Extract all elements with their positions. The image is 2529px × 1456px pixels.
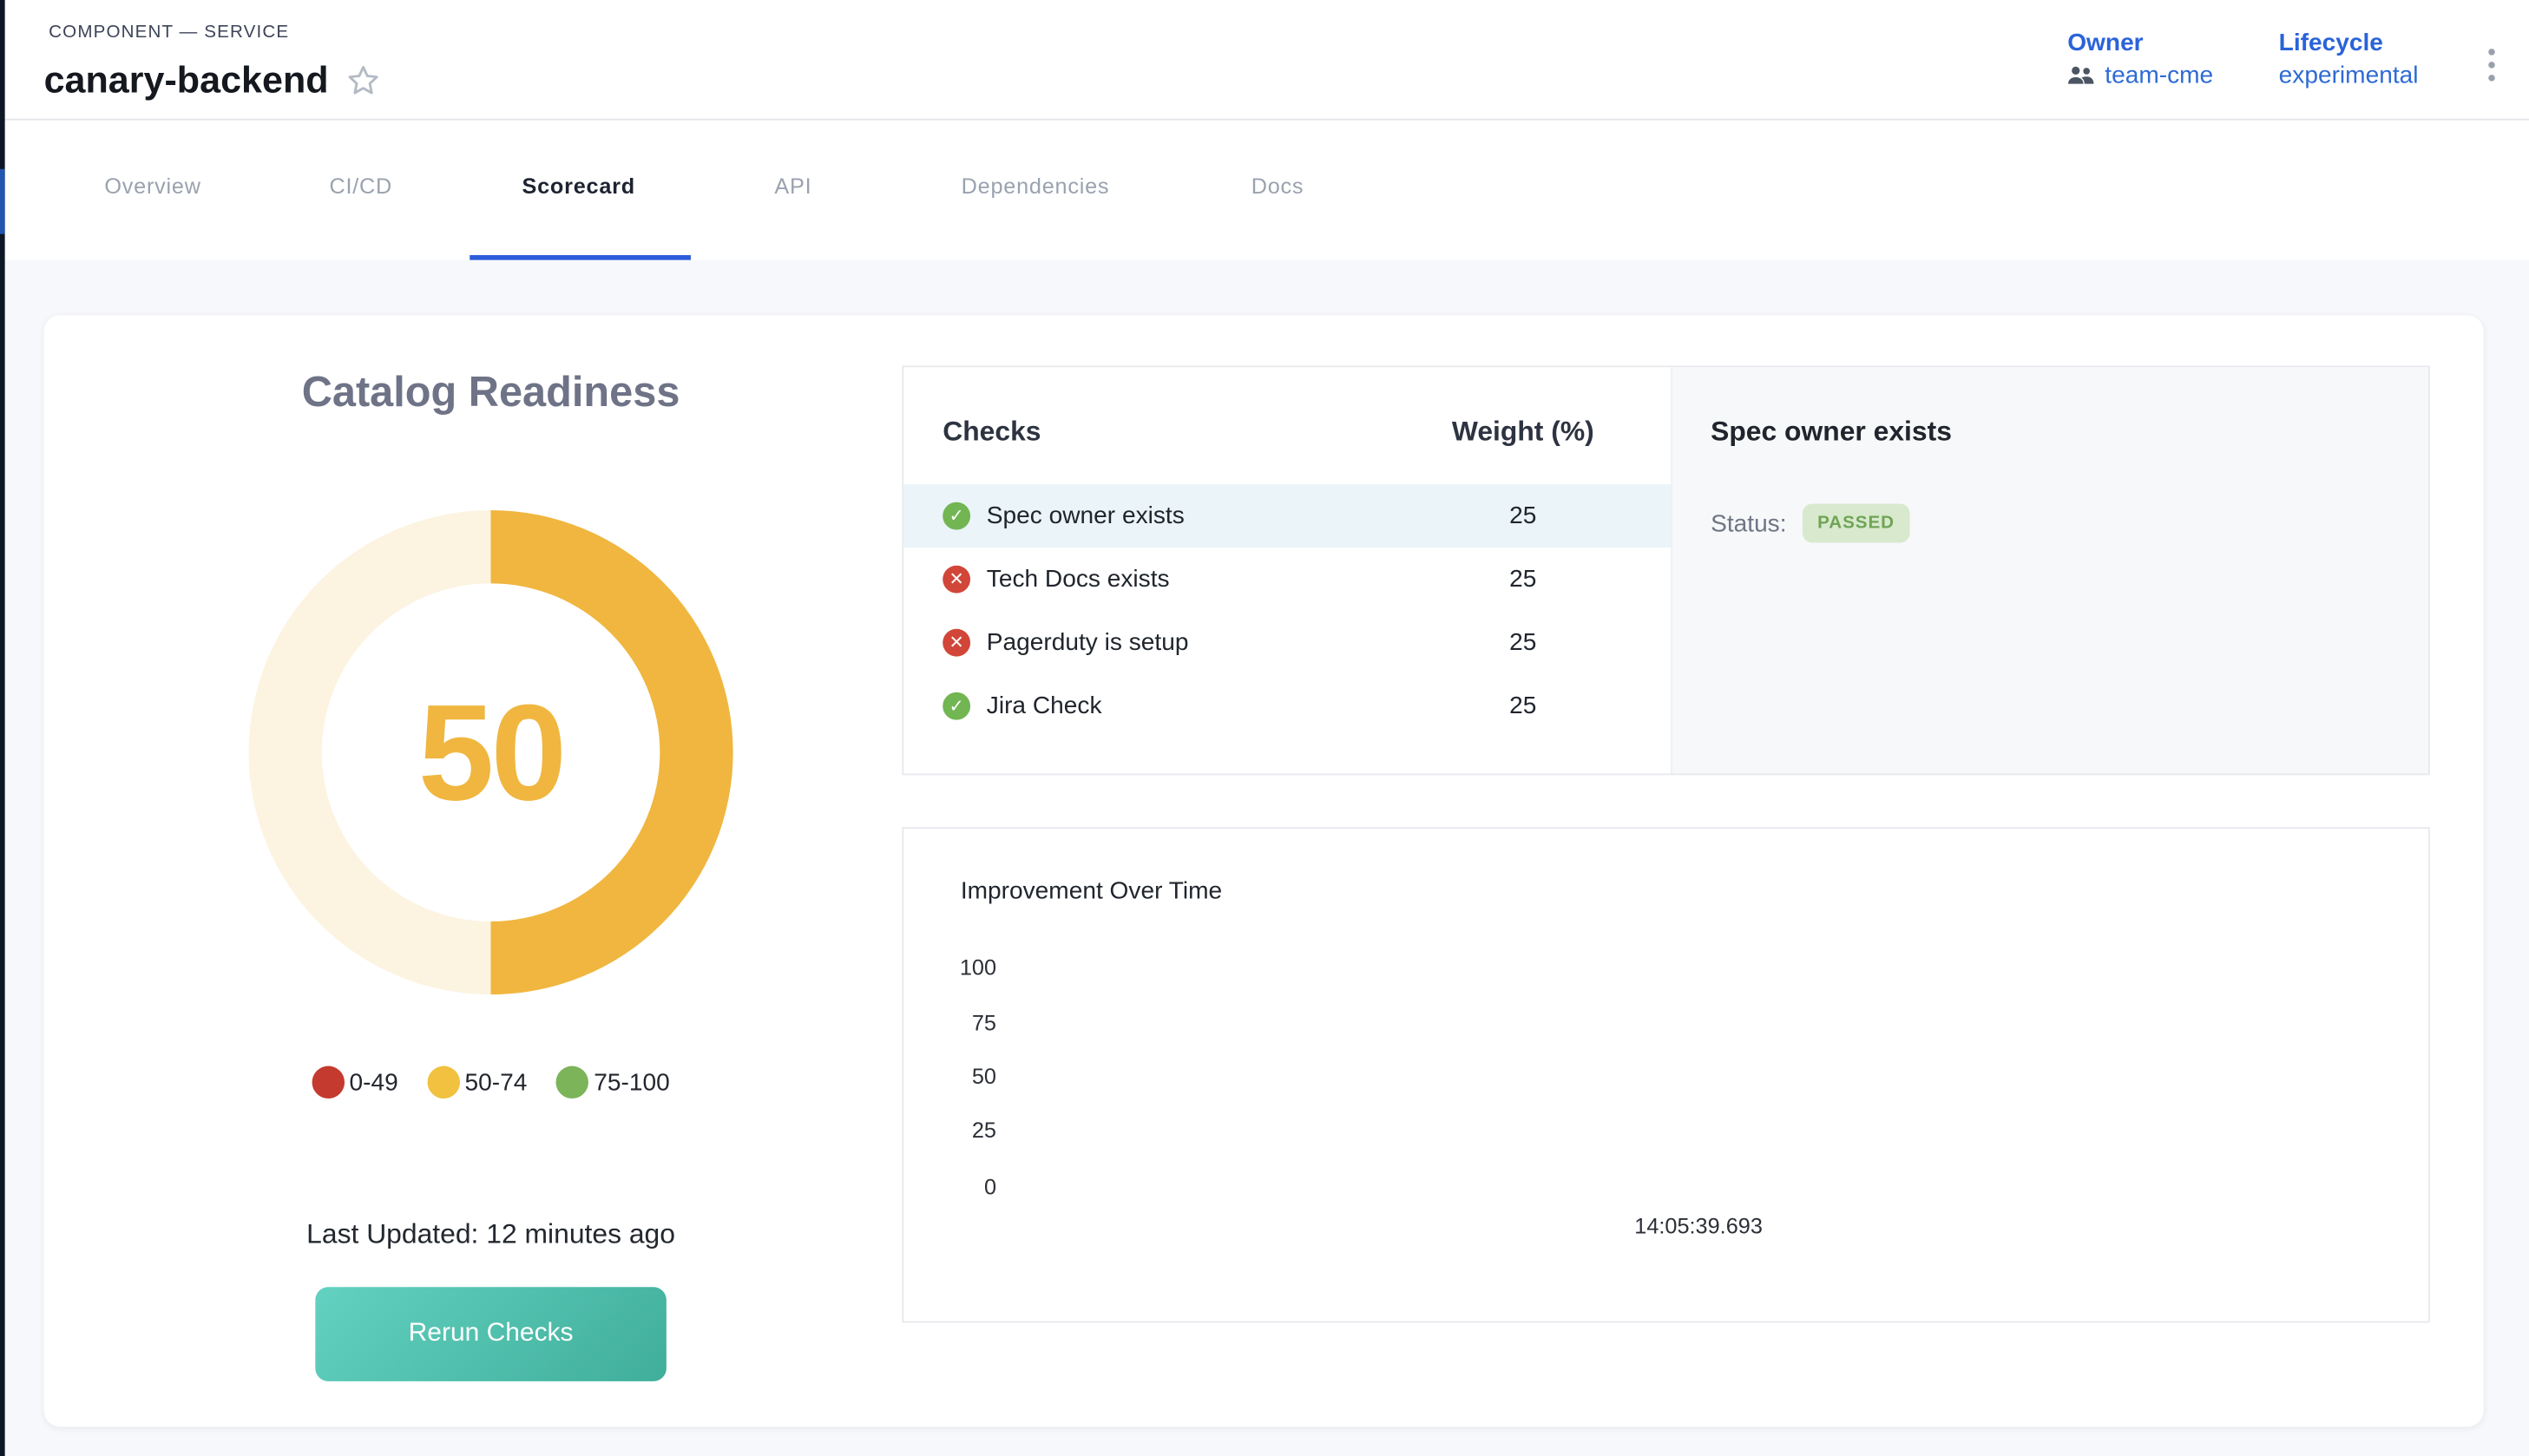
- y-axis-tick: 0: [923, 1175, 996, 1199]
- tab-api[interactable]: API: [774, 174, 811, 198]
- page: COMPONENT — SERVICE canary-backend Owner…: [0, 0, 2529, 1456]
- table-row-tech-docs[interactable]: ✕ Tech Docs exists 25: [903, 548, 1674, 611]
- entity-header: COMPONENT — SERVICE canary-backend Owner…: [5, 0, 2529, 121]
- active-tab-indicator: [470, 255, 691, 260]
- legend-item: 75-100: [556, 1066, 670, 1099]
- check-weight: 25: [1401, 692, 1645, 720]
- y-axis-tick: 75: [923, 1011, 996, 1035]
- legend-dot-red: [312, 1066, 344, 1099]
- favorite-star-icon[interactable]: [345, 62, 382, 99]
- table-row-jira[interactable]: ✓ Jira Check 25: [903, 674, 1674, 738]
- legend-item: 0-49: [312, 1066, 397, 1099]
- scorecard-card: Catalog Readiness 50 0-49 50-74 75-100: [44, 315, 2484, 1426]
- score-donut-chart: 50: [249, 510, 733, 994]
- score-value: 50: [418, 673, 563, 831]
- owner-value: team-cme: [2105, 62, 2213, 89]
- owner-meta: Owner team-cme: [2067, 30, 2213, 89]
- scorecard-title: Catalog Readiness: [44, 367, 938, 417]
- owner-link[interactable]: team-cme: [2067, 62, 2213, 89]
- legend-item: 50-74: [427, 1066, 527, 1099]
- tab-scorecard[interactable]: Scorecard: [522, 174, 635, 198]
- check-fail-icon: ✕: [943, 566, 970, 594]
- table-row-pagerduty[interactable]: ✕ Pagerduty is setup 25: [903, 611, 1674, 674]
- check-fail-icon: ✕: [943, 629, 970, 657]
- table-row-spec-owner[interactable]: ✓ Spec owner exists 25: [903, 484, 1674, 548]
- lifecycle-value: experimental: [2279, 62, 2419, 89]
- y-axis-tick: 50: [923, 1065, 996, 1089]
- check-detail-panel: Spec owner exists Status: PASSED: [1672, 367, 2428, 773]
- legend-dot-yellow: [427, 1066, 459, 1099]
- owner-label: Owner: [2067, 30, 2213, 57]
- weight-column-header: Weight (%): [1401, 416, 1645, 448]
- x-axis-tick: 14:05:39.693: [1634, 1214, 1763, 1238]
- check-weight: 25: [1401, 502, 1645, 530]
- check-detail-title: Spec owner exists: [1711, 416, 1952, 448]
- checks-table: Checks Weight (%) ✓ Spec owner exists 25…: [903, 367, 1672, 773]
- check-pass-icon: ✓: [943, 692, 970, 720]
- last-updated-text: Last Updated: 12 minutes ago: [44, 1219, 938, 1251]
- y-axis-tick: 100: [923, 955, 996, 980]
- legend-label: 0-49: [350, 1068, 398, 1096]
- check-weight: 25: [1401, 629, 1645, 657]
- lifecycle-meta: Lifecycle experimental: [2279, 30, 2419, 89]
- check-weight: 25: [1401, 566, 1645, 594]
- breadcrumb: COMPONENT — SERVICE: [49, 23, 289, 42]
- status-badge: PASSED: [1803, 504, 1909, 543]
- legend-label: 50-74: [465, 1068, 528, 1096]
- score-legend: 0-49 50-74 75-100: [44, 1066, 938, 1099]
- lifecycle-label: Lifecycle: [2279, 30, 2419, 57]
- tab-bar: Overview CI/CD Scorecard API Dependencie…: [5, 119, 2529, 260]
- y-axis-tick: 25: [923, 1118, 996, 1142]
- check-name: Spec owner exists: [987, 502, 1185, 530]
- more-options-icon[interactable]: [2482, 43, 2501, 88]
- tab-cicd[interactable]: CI/CD: [329, 174, 392, 198]
- improvement-chart-panel: Improvement Over Time 100 75 50 25 0 14:…: [902, 827, 2429, 1322]
- tab-dependencies[interactable]: Dependencies: [962, 174, 1110, 198]
- check-pass-icon: ✓: [943, 502, 970, 530]
- page-title: canary-backend: [44, 58, 329, 102]
- rerun-checks-button[interactable]: Rerun Checks: [315, 1287, 667, 1381]
- chart-title: Improvement Over Time: [961, 877, 1222, 905]
- legend-label: 75-100: [594, 1068, 669, 1096]
- checks-column-header: Checks: [943, 416, 1041, 448]
- check-name: Pagerduty is setup: [987, 629, 1189, 657]
- tab-docs[interactable]: Docs: [1251, 174, 1304, 198]
- team-icon: [2067, 65, 2095, 86]
- checks-panel: Checks Weight (%) ✓ Spec owner exists 25…: [902, 365, 2429, 775]
- score-column: Catalog Readiness 50 0-49 50-74 75-100: [44, 315, 938, 1426]
- sidebar-active-indicator: [0, 169, 5, 234]
- check-name: Tech Docs exists: [987, 566, 1170, 594]
- check-name: Jira Check: [987, 692, 1102, 720]
- tab-overview[interactable]: Overview: [104, 174, 200, 198]
- status-label: Status:: [1711, 509, 1786, 537]
- legend-dot-green: [556, 1066, 588, 1099]
